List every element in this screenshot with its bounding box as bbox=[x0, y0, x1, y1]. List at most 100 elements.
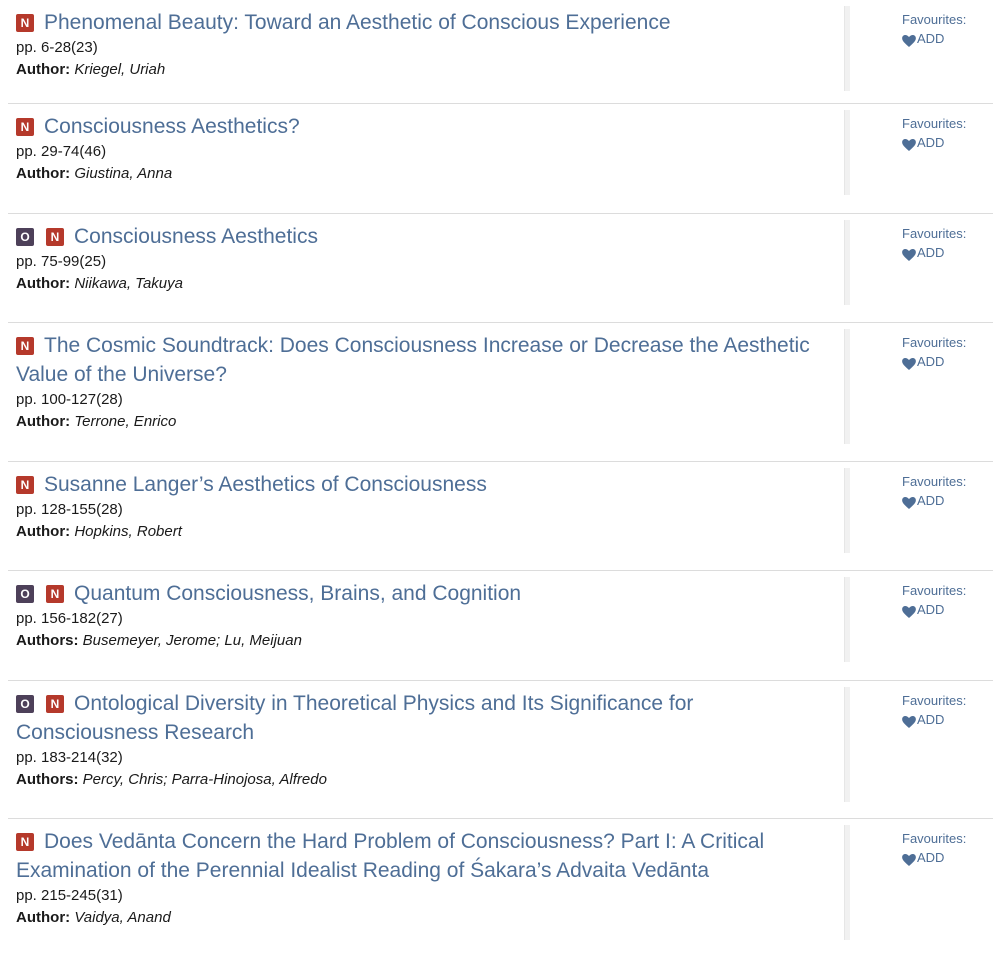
article-list: N Phenomenal Beauty: Toward an Aesthetic … bbox=[0, 0, 1000, 955]
article-title-link[interactable]: Susanne Langer’s Aesthetics of Conscious… bbox=[44, 473, 487, 496]
article-author: Author: Terrone, Enrico bbox=[16, 411, 836, 433]
article-main: N Consciousness Aesthetics? pp. 29-74(46)… bbox=[16, 112, 836, 185]
heart-icon bbox=[902, 852, 916, 866]
author-label: Authors: bbox=[16, 771, 79, 788]
add-label: ADD bbox=[917, 493, 945, 508]
article-title-link[interactable]: Consciousness Aesthetics bbox=[74, 225, 318, 248]
new-badge: N bbox=[16, 476, 34, 494]
add-favourite-button[interactable]: ADD bbox=[902, 133, 944, 152]
heart-icon bbox=[902, 247, 916, 261]
article-author: Authors: Percy, Chris; Parra-Hinojosa, A… bbox=[16, 769, 836, 791]
article-title-link[interactable]: Quantum Consciousness, Brains, and Cogni… bbox=[74, 582, 521, 605]
new-badge: N bbox=[16, 118, 34, 136]
author-name: Busemeyer, Jerome; Lu, Meijuan bbox=[82, 632, 302, 649]
article-title-line: N Phenomenal Beauty: Toward an Aesthetic … bbox=[16, 8, 836, 37]
author-label: Author: bbox=[16, 523, 71, 540]
add-favourite-button[interactable]: ADD bbox=[902, 600, 944, 619]
favourites-label: Favourites: bbox=[902, 12, 967, 27]
add-favourite-button[interactable]: ADD bbox=[902, 710, 944, 729]
column-divider bbox=[844, 110, 850, 195]
article-pages: pp. 6-28(23) bbox=[16, 39, 98, 56]
new-badge: N bbox=[16, 14, 34, 32]
author-name: Niikawa, Takuya bbox=[74, 275, 183, 292]
favourites-panel: Favourites: ADD bbox=[902, 333, 966, 375]
article-title-link[interactable]: The Cosmic Soundtrack: Does Consciousnes… bbox=[16, 334, 810, 386]
article-title-link[interactable]: Consciousness Aesthetics? bbox=[44, 115, 300, 138]
article-main: N Does Vedānta Concern the Hard Problem o… bbox=[16, 827, 836, 929]
article-row: N Consciousness Aesthetics? pp. 29-74(46)… bbox=[8, 104, 993, 214]
article-author: Author: Vaidya, Anand bbox=[16, 907, 836, 929]
column-divider bbox=[844, 577, 850, 662]
column-divider bbox=[844, 220, 850, 305]
article-pages: pp. 75-99(25) bbox=[16, 253, 107, 270]
author-label: Authors: bbox=[16, 632, 79, 649]
author-name: Kriegel, Uriah bbox=[74, 61, 166, 78]
heart-icon bbox=[902, 495, 916, 509]
heart-icon bbox=[902, 33, 916, 47]
article-row: O N Ontological Diversity in Theoretical P… bbox=[8, 681, 993, 819]
article-main: O N Consciousness Aesthetics pp. 75-99(25)… bbox=[16, 222, 836, 295]
column-divider bbox=[844, 6, 850, 91]
article-pages: pp. 215-245(31) bbox=[16, 887, 123, 904]
article-main: O N Ontological Diversity in Theoretical P… bbox=[16, 689, 836, 791]
new-badge: N bbox=[46, 228, 64, 246]
article-title-link[interactable]: Phenomenal Beauty: Toward an Aesthetic o… bbox=[44, 11, 671, 34]
article-pages: pp. 100-127(28) bbox=[16, 391, 123, 408]
author-name: Vaidya, Anand bbox=[74, 909, 171, 926]
article-author: Author: Hopkins, Robert bbox=[16, 521, 836, 543]
article-title-line: O N Quantum Consciousness, Brains, and Cog… bbox=[16, 579, 836, 608]
article-title-link[interactable]: Ontological Diversity in Theoretical Phy… bbox=[16, 692, 693, 744]
favourites-label: Favourites: bbox=[902, 116, 967, 131]
article-title-line: N Susanne Langer’s Aesthetics of Consciou… bbox=[16, 470, 836, 499]
column-divider bbox=[844, 825, 850, 940]
new-badge: N bbox=[16, 833, 34, 851]
add-favourite-button[interactable]: ADD bbox=[902, 491, 944, 510]
article-author: Author: Niikawa, Takuya bbox=[16, 273, 836, 295]
add-favourite-button[interactable]: ADD bbox=[902, 848, 944, 867]
article-title-line: N Consciousness Aesthetics? bbox=[16, 112, 836, 141]
article-title-link[interactable]: Does Vedānta Concern the Hard Problem of… bbox=[16, 830, 764, 882]
article-title-line: N Does Vedānta Concern the Hard Problem o… bbox=[16, 827, 836, 885]
new-badge: N bbox=[16, 337, 34, 355]
add-favourite-button[interactable]: ADD bbox=[902, 29, 944, 48]
article-main: N The Cosmic Soundtrack: Does Consciousne… bbox=[16, 331, 836, 433]
add-favourite-button[interactable]: ADD bbox=[902, 243, 944, 262]
article-author: Author: Kriegel, Uriah bbox=[16, 59, 836, 81]
favourites-panel: Favourites: ADD bbox=[902, 472, 966, 514]
add-label: ADD bbox=[917, 31, 945, 46]
favourites-label: Favourites: bbox=[902, 583, 967, 598]
column-divider bbox=[844, 687, 850, 802]
favourites-label: Favourites: bbox=[902, 474, 967, 489]
heart-icon bbox=[902, 356, 916, 370]
article-row: N Susanne Langer’s Aesthetics of Consciou… bbox=[8, 462, 993, 571]
add-label: ADD bbox=[917, 712, 945, 727]
heart-icon bbox=[902, 137, 916, 151]
article-main: O N Quantum Consciousness, Brains, and Cog… bbox=[16, 579, 836, 652]
article-author: Author: Giustina, Anna bbox=[16, 163, 836, 185]
favourites-label: Favourites: bbox=[902, 226, 967, 241]
article-pages: pp. 128-155(28) bbox=[16, 501, 123, 518]
article-row: O N Consciousness Aesthetics pp. 75-99(25)… bbox=[8, 214, 993, 323]
article-author: Authors: Busemeyer, Jerome; Lu, Meijuan bbox=[16, 630, 836, 652]
add-label: ADD bbox=[917, 135, 945, 150]
favourites-panel: Favourites: ADD bbox=[902, 10, 966, 52]
article-title-line: O N Ontological Diversity in Theoretical P… bbox=[16, 689, 836, 747]
favourites-panel: Favourites: ADD bbox=[902, 691, 966, 733]
new-badge: N bbox=[46, 585, 64, 603]
favourites-panel: Favourites: ADD bbox=[902, 581, 966, 623]
add-favourite-button[interactable]: ADD bbox=[902, 352, 944, 371]
author-label: Author: bbox=[16, 909, 71, 926]
author-label: Author: bbox=[16, 165, 71, 182]
article-row: N Does Vedānta Concern the Hard Problem o… bbox=[8, 819, 993, 955]
favourites-panel: Favourites: ADD bbox=[902, 224, 966, 266]
article-title-line: O N Consciousness Aesthetics bbox=[16, 222, 836, 251]
add-label: ADD bbox=[917, 602, 945, 617]
new-badge: N bbox=[46, 695, 64, 713]
add-label: ADD bbox=[917, 354, 945, 369]
author-name: Hopkins, Robert bbox=[74, 523, 182, 540]
author-label: Author: bbox=[16, 275, 71, 292]
author-label: Author: bbox=[16, 413, 71, 430]
article-row: N The Cosmic Soundtrack: Does Consciousne… bbox=[8, 323, 993, 462]
add-label: ADD bbox=[917, 245, 945, 260]
author-label: Author: bbox=[16, 61, 71, 78]
